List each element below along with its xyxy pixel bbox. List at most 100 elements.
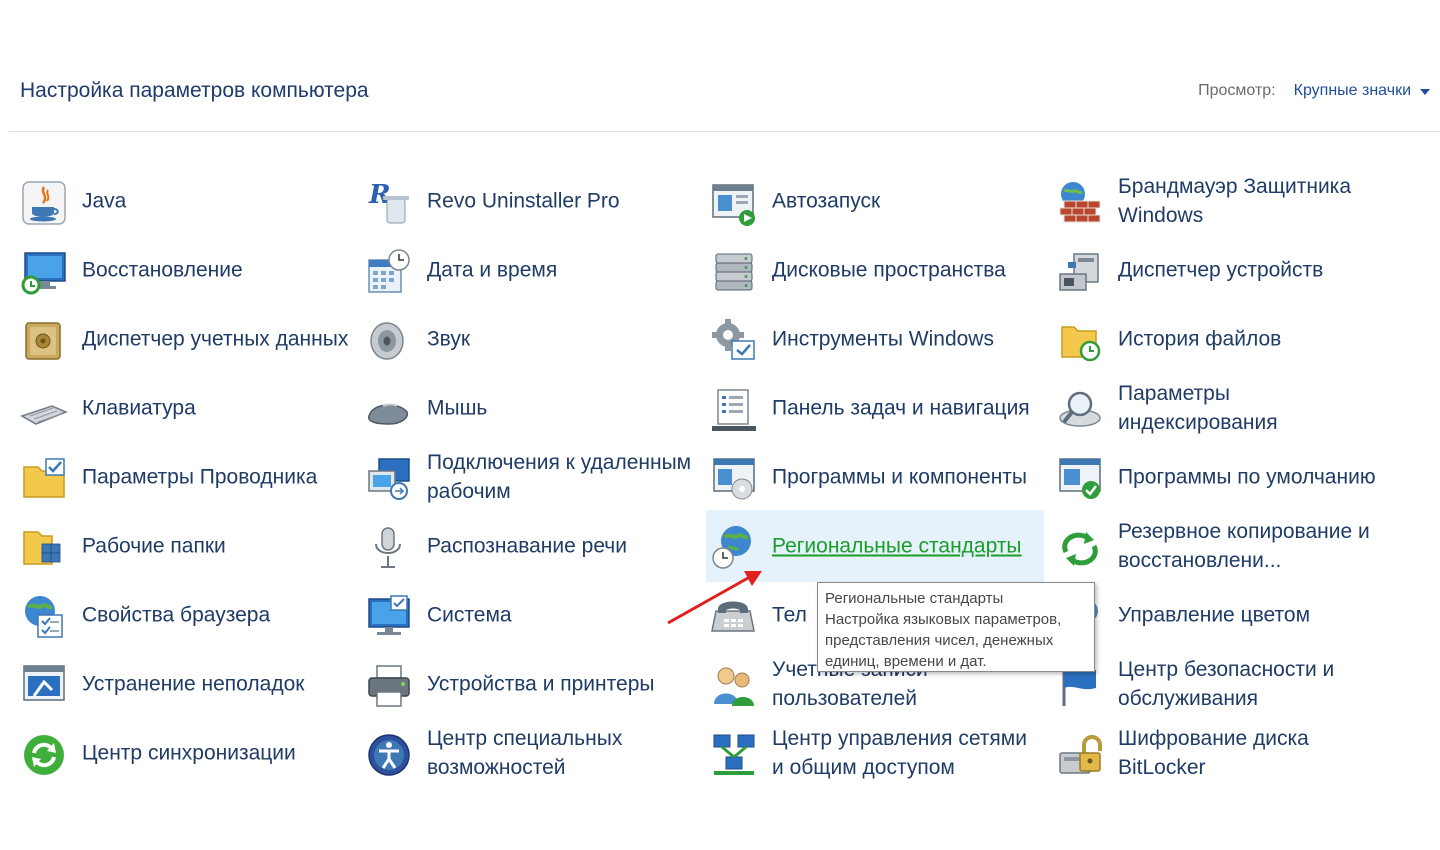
tooltip-line-3: единиц, времени и дат.: [825, 653, 987, 670]
tooltip-line-1: Настройка языковых параметров,: [825, 611, 1062, 628]
control-panel-item[interactable]: Дисковые пространства: [710, 237, 1045, 303]
folder-options-icon: [20, 455, 68, 503]
control-panel-item[interactable]: Брандмауэр Защитника Windows: [1056, 168, 1391, 234]
recovery-icon: [20, 248, 68, 296]
control-panel-item[interactable]: Звук: [365, 306, 700, 372]
control-panel-item-label: Мышь: [427, 396, 488, 420]
control-panel-item-label: Дисковые пространства: [772, 258, 1006, 282]
work-folders-icon: [20, 524, 68, 572]
control-panel-item[interactable]: Программы по умолчанию: [1056, 444, 1391, 510]
control-panel-item-label: Панель задач и навигация: [772, 396, 1030, 420]
control-panel-item[interactable]: Параметры Проводника: [20, 444, 355, 510]
control-panel-item-label: Свойства браузера: [82, 603, 271, 627]
control-panel-item[interactable]: Автозапуск: [710, 168, 1045, 234]
control-panel-item-label: Рабочие папки: [82, 534, 226, 558]
control-panel-item[interactable]: Управление цветом: [1056, 582, 1391, 648]
firewall-icon: [1056, 179, 1104, 227]
control-panel-item-label: Устранение неполадок: [82, 672, 305, 696]
control-panel-item[interactable]: Распознавание речи: [365, 513, 700, 579]
control-panel-item[interactable]: Устранение неполадок: [20, 651, 355, 717]
backup-restore-icon: [1056, 524, 1104, 572]
control-panel-item[interactable]: Шифрование диска BitLocker: [1056, 720, 1391, 786]
control-panel-item[interactable]: Подключения к удаленным рабочим: [365, 444, 700, 510]
page-title: Настройка параметров компьютера: [20, 79, 369, 102]
tooltip-line-2: представления чисел, денежных: [825, 632, 1054, 649]
control-panel-item[interactable]: Центр управления сетями и общим доступом: [710, 720, 1045, 786]
control-panel-item[interactable]: Мышь: [365, 375, 700, 441]
tooltip: Региональные стандарты Настройка языковы…: [817, 582, 1095, 672]
control-panel-item-label: Брандмауэр Защитника Windows: [1118, 175, 1352, 227]
control-panel-item[interactable]: Центр синхронизации: [20, 720, 355, 786]
accessibility-icon: [365, 731, 413, 779]
control-panel-item-label: Диспетчер учетных данных: [82, 327, 349, 351]
control-panel-item-label: Система: [427, 603, 512, 627]
control-panel-item[interactable]: Инструменты Windows: [710, 306, 1045, 372]
control-panel-item-label: Региональные стандарты: [772, 534, 1022, 558]
network-center-icon: [710, 731, 758, 779]
control-panel-item[interactable]: Диспетчер учетных данных: [20, 306, 355, 372]
control-panel-item[interactable]: История файлов: [1056, 306, 1391, 372]
control-panel-item-label: Устройства и принтеры: [427, 672, 655, 696]
control-panel-item-label: Revo Uninstaller Pro: [427, 189, 620, 213]
control-panel-item-label: Центр синхронизации: [82, 741, 296, 765]
bitlocker-icon: [1056, 731, 1104, 779]
printer-icon: [365, 662, 413, 710]
tooltip-title: Региональные стандарты: [825, 590, 1004, 607]
control-panel-item-label: Параметры индексирования: [1118, 382, 1278, 434]
control-panel-item[interactable]: Региональные стандарты: [706, 510, 1044, 582]
control-panel-item-label: Клавиатура: [82, 396, 196, 420]
control-panel-item-label: Центр безопасности и обслуживания: [1118, 658, 1335, 710]
sync-center-icon: [20, 731, 68, 779]
header: Настройка параметров компьютера Просмотр…: [0, 0, 1440, 133]
taskbar-icon: [710, 386, 758, 434]
globe-clock-icon: [710, 523, 758, 571]
control-panel-item-label: История файлов: [1118, 327, 1282, 351]
control-panel-item-label: Центр управления сетями и общим доступом: [772, 727, 1027, 779]
credential-vault-icon: [20, 317, 68, 365]
view-mode-dropdown[interactable]: Крупные значки: [1294, 82, 1430, 100]
control-panel-item[interactable]: Свойства браузера: [20, 582, 355, 648]
control-panel-item-label: Распознавание речи: [427, 534, 627, 558]
control-panel-item[interactable]: Рабочие папки: [20, 513, 355, 579]
control-panel-item-label: Звук: [427, 327, 471, 351]
control-panel-item-label: Шифрование диска BitLocker: [1118, 727, 1309, 779]
control-panel-item[interactable]: Диспетчер устройств: [1056, 237, 1391, 303]
speaker-icon: [365, 317, 413, 365]
default-programs-icon: [1056, 455, 1104, 503]
autoplay-icon: [710, 179, 758, 227]
microphone-icon: [365, 524, 413, 572]
control-panel-item[interactable]: Клавиатура: [20, 375, 355, 441]
control-panel-item[interactable]: Центр специальных возможностей: [365, 720, 700, 786]
mouse-icon: [365, 386, 413, 434]
control-panel-item[interactable]: Панель задач и навигация: [710, 375, 1045, 441]
control-panel-item[interactable]: Центр безопасности и обслуживания: [1056, 651, 1391, 717]
control-panel-item-label: Подключения к удаленным рабочим: [427, 451, 692, 503]
control-panel-item[interactable]: R Revo Uninstaller Pro: [365, 168, 700, 234]
control-panel-item-label: Диспетчер устройств: [1118, 258, 1324, 282]
keyboard-icon: [20, 386, 68, 434]
view-label: Просмотр:: [1198, 82, 1276, 99]
storage-spaces-icon: [710, 248, 758, 296]
troubleshooting-icon: [20, 662, 68, 710]
control-panel-item-label: Параметры Проводника: [82, 465, 318, 489]
file-history-icon: [1056, 317, 1104, 365]
control-panel-item-label: Программы по умолчанию: [1118, 465, 1376, 489]
control-panel-item[interactable]: Программы и компоненты: [710, 444, 1045, 510]
control-panel-item-label: Программы и компоненты: [772, 465, 1028, 489]
control-panel-item[interactable]: Параметры индексирования: [1056, 375, 1391, 441]
view-mode-value: Крупные значки: [1293, 82, 1411, 99]
control-panel-item[interactable]: Дата и время: [365, 237, 700, 303]
control-panel-item[interactable]: Java: [20, 168, 355, 234]
control-panel-item-label: Резервное копирование и восстановлени...: [1118, 520, 1370, 572]
view-selector: Просмотр: Крупные значки: [1198, 82, 1430, 100]
system-monitor-icon: [365, 593, 413, 641]
gear-tools-icon: [710, 317, 758, 365]
control-panel-item-label: Java: [82, 189, 127, 213]
control-panel-item[interactable]: Восстановление: [20, 237, 355, 303]
control-panel-item[interactable]: Резервное копирование и восстановлени...: [1056, 513, 1391, 579]
header-divider: [8, 131, 1440, 132]
control-panel-item[interactable]: Устройства и принтеры: [365, 651, 700, 717]
remote-desktop-icon: [365, 455, 413, 503]
indexing-icon: [1056, 386, 1104, 434]
control-panel-item[interactable]: Система: [365, 582, 700, 648]
